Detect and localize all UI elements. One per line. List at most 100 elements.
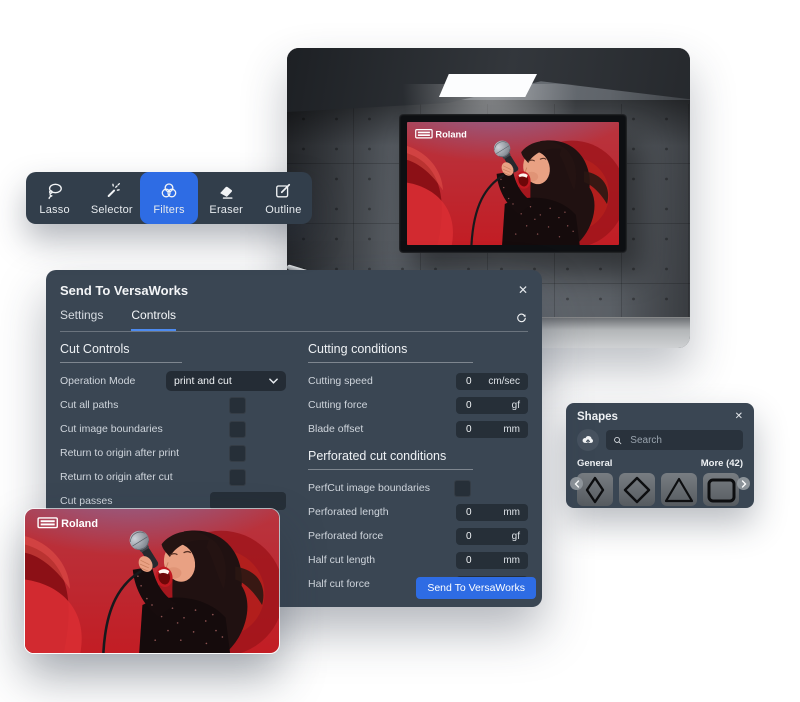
cutting-conditions-column: Cutting conditions Cutting speed 0 cm/se… xyxy=(308,342,528,600)
field-row-cutting-force: Cutting force 0 gf xyxy=(308,397,528,413)
tool-label: Filters xyxy=(153,204,184,216)
input-unit: mm xyxy=(503,507,520,518)
cloud-upload-button[interactable] xyxy=(577,429,599,451)
checkbox-return-origin-print[interactable] xyxy=(229,445,246,462)
field-row-operation-mode: Operation Mode print and cut xyxy=(60,373,286,389)
field-row-blade-offset: Blade offset 0 mm xyxy=(308,421,528,437)
field-label: PerfCut image boundaries xyxy=(308,482,430,494)
tool-label: Selector xyxy=(91,204,133,216)
field-row-cut-all-paths: Cut all paths xyxy=(60,397,286,413)
category-label: General xyxy=(577,458,612,469)
field-row-perfcut-boundaries: PerfCut image boundaries xyxy=(308,480,528,496)
wall-mounted-display xyxy=(399,114,627,253)
shape-tile-diamond[interactable] xyxy=(619,473,655,506)
section-title-cut-controls: Cut Controls xyxy=(60,342,182,363)
magic-wand-icon xyxy=(102,181,122,201)
shapes-panel: Shapes ✕ General More (42) xyxy=(566,403,754,508)
tool-label: Eraser xyxy=(209,204,243,216)
search-input[interactable] xyxy=(628,434,736,447)
tool-outline[interactable]: Outline xyxy=(255,172,312,224)
cutting-force-input[interactable]: 0 gf xyxy=(456,397,528,414)
input-value: 0 xyxy=(466,531,472,542)
field-label: Cutting force xyxy=(308,399,368,411)
checkbox-perfcut-boundaries[interactable] xyxy=(454,480,471,497)
tool-eraser[interactable]: Eraser xyxy=(198,172,255,224)
field-label: Half cut force xyxy=(308,578,370,590)
field-row-perforated-force: Perforated force 0 gf xyxy=(308,528,528,544)
field-row-half-cut-length: Half cut length 0 mm xyxy=(308,552,528,568)
field-row-return-origin-cut: Return to origin after cut xyxy=(60,469,286,485)
send-to-versaworks-button[interactable]: Send To VersaWorks xyxy=(416,577,536,599)
artwork-card xyxy=(24,508,280,654)
refresh-icon[interactable] xyxy=(515,311,528,331)
input-value: 0 xyxy=(466,376,472,387)
tool-selector[interactable]: Selector xyxy=(83,172,140,224)
tools-toolbar: Lasso Selector Filters Eraser Outline xyxy=(26,172,312,224)
shape-tile-rounded-rectangle[interactable] xyxy=(703,473,739,506)
dialog-tabs: Settings Controls xyxy=(60,308,528,332)
field-row-perforated-length: Perforated length 0 mm xyxy=(308,504,528,520)
perforated-force-input[interactable]: 0 gf xyxy=(456,528,528,545)
input-unit: mm xyxy=(503,555,520,566)
input-unit: gf xyxy=(512,531,520,542)
search-icon xyxy=(613,435,622,446)
shape-tile-triangle[interactable] xyxy=(661,473,697,506)
input-unit: mm xyxy=(503,424,520,435)
tool-lasso[interactable]: Lasso xyxy=(26,172,83,224)
input-value: 0 xyxy=(466,424,472,435)
blade-offset-input[interactable]: 0 mm xyxy=(456,421,528,438)
operation-mode-select[interactable]: print and cut xyxy=(166,371,286,391)
half-cut-length-input[interactable]: 0 mm xyxy=(456,552,528,569)
perforated-length-input[interactable]: 0 mm xyxy=(456,504,528,521)
field-label: Cut image boundaries xyxy=(60,423,163,435)
input-value: 0 xyxy=(466,400,472,411)
section-title-perforated: Perforated cut conditions xyxy=(308,449,473,470)
tab-controls[interactable]: Controls xyxy=(131,308,176,331)
field-label: Return to origin after cut xyxy=(60,471,173,483)
shapes-panel-title: Shapes xyxy=(577,411,618,423)
tool-label: Lasso xyxy=(39,204,69,216)
close-icon[interactable]: ✕ xyxy=(735,412,743,422)
field-label: Cutting speed xyxy=(308,375,373,387)
input-value: 0 xyxy=(466,507,472,518)
filters-venn-icon xyxy=(159,181,179,201)
input-unit: gf xyxy=(512,400,520,411)
field-label: Cut all paths xyxy=(60,399,118,411)
eraser-icon xyxy=(216,181,236,201)
close-icon[interactable]: ✕ xyxy=(518,284,528,296)
tool-filters[interactable]: Filters xyxy=(140,172,197,224)
input-unit: cm/sec xyxy=(488,376,520,387)
cloud-upload-icon xyxy=(581,433,595,447)
field-label: Cut passes xyxy=(60,495,113,507)
more-link[interactable]: More (42) xyxy=(701,458,743,469)
chevron-right-icon[interactable] xyxy=(737,477,750,490)
field-label: Half cut length xyxy=(308,554,375,566)
search-box[interactable] xyxy=(606,430,743,450)
checkbox-cut-all-paths[interactable] xyxy=(229,397,246,414)
checkbox-return-origin-cut[interactable] xyxy=(229,469,246,486)
lasso-icon xyxy=(45,181,65,201)
chevron-left-icon[interactable] xyxy=(570,477,583,490)
field-row-cut-image-boundaries: Cut image boundaries xyxy=(60,421,286,437)
section-title-cutting-conditions: Cutting conditions xyxy=(308,342,473,363)
ceiling-light-panel xyxy=(439,74,537,97)
tab-settings[interactable]: Settings xyxy=(60,308,103,331)
field-row-cutting-speed: Cutting speed 0 cm/sec xyxy=(308,373,528,389)
dialog-title: Send To VersaWorks xyxy=(60,283,188,298)
field-label: Return to origin after print xyxy=(60,447,179,459)
display-screen xyxy=(407,122,619,245)
field-row-cut-passes: Cut passes xyxy=(60,493,286,509)
outline-edit-icon xyxy=(273,181,293,201)
tool-label: Outline xyxy=(265,204,301,216)
checkbox-cut-image-boundaries[interactable] xyxy=(229,421,246,438)
field-row-return-origin-print: Return to origin after print xyxy=(60,445,286,461)
cutting-speed-input[interactable]: 0 cm/sec xyxy=(456,373,528,390)
input-value: 0 xyxy=(466,555,472,566)
shape-tile-thin-diamond[interactable] xyxy=(577,473,613,506)
operation-mode-value: print and cut xyxy=(174,375,232,387)
field-label: Perforated length xyxy=(308,506,389,518)
shape-tiles xyxy=(577,473,743,506)
field-label: Perforated force xyxy=(308,530,383,542)
field-label: Blade offset xyxy=(308,423,363,435)
field-label: Operation Mode xyxy=(60,375,135,387)
